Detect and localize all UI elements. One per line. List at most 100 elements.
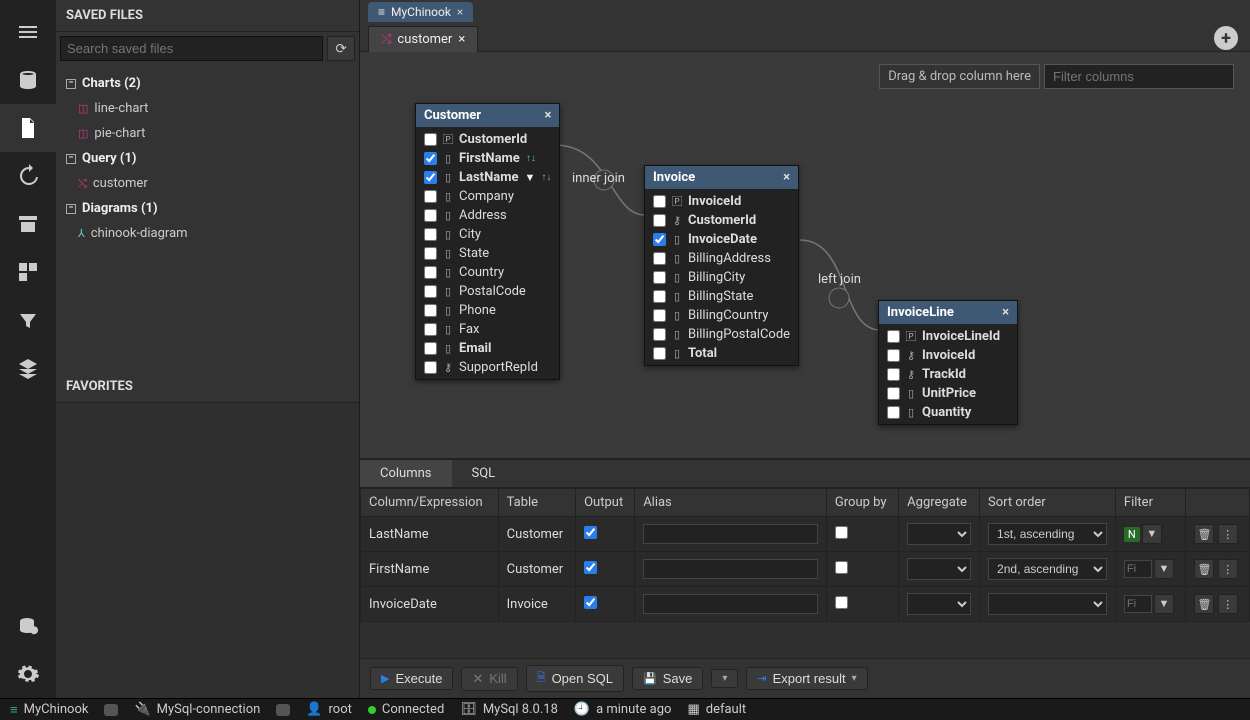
column-row[interactable]: ▯ Address: [416, 206, 559, 225]
column-checkbox[interactable]: [424, 247, 437, 260]
column-row[interactable]: ▯ BillingCity: [645, 268, 798, 287]
column-row[interactable]: ▯ Country: [416, 263, 559, 282]
output-checkbox[interactable]: [584, 596, 597, 609]
aggregate-select[interactable]: [907, 558, 971, 580]
delete-row-button[interactable]: 🗑: [1194, 559, 1214, 579]
column-row[interactable]: ▯ FirstName ↑↓: [416, 149, 559, 168]
close-icon[interactable]: ×: [544, 108, 551, 123]
column-checkbox[interactable]: [424, 190, 437, 203]
settings-icon[interactable]: [0, 650, 56, 698]
column-row[interactable]: ▯ Quantity: [879, 403, 1017, 422]
join-label[interactable]: left join: [818, 272, 861, 287]
column-row[interactable]: ▯ Phone: [416, 301, 559, 320]
cell-column[interactable]: InvoiceDate: [361, 587, 499, 622]
delete-row-button[interactable]: 🗑: [1194, 524, 1214, 544]
filter-pill[interactable]: N: [1124, 527, 1140, 542]
column-checkbox[interactable]: [653, 195, 666, 208]
column-checkbox[interactable]: [653, 214, 666, 227]
sort-select[interactable]: 1st, ascending2nd, ascending3rd, ascendi…: [988, 558, 1107, 580]
table-customer[interactable]: Customer× 🄿 CustomerId ▯ FirstName ↑↓ ▯ …: [415, 103, 560, 380]
column-checkbox[interactable]: [887, 330, 900, 343]
groupby-checkbox[interactable]: [835, 526, 848, 539]
tree-item[interactable]: ◫line-chart: [56, 96, 359, 121]
alias-input[interactable]: [643, 594, 818, 614]
tree-group[interactable]: −Query (1): [56, 146, 359, 171]
table-invoice[interactable]: Invoice× 🄿 InvoiceId ⚷ CustomerId ▯ Invo…: [644, 165, 799, 366]
column-checkbox[interactable]: [424, 266, 437, 279]
column-row[interactable]: ▯ City: [416, 225, 559, 244]
alias-input[interactable]: [643, 524, 818, 544]
column-row[interactable]: ▯ State: [416, 244, 559, 263]
column-row[interactable]: ⚷ TrackId: [879, 365, 1017, 384]
column-checkbox[interactable]: [424, 133, 437, 146]
column-row[interactable]: 🄿 CustomerId: [416, 129, 559, 149]
column-checkbox[interactable]: [887, 387, 900, 400]
table-header[interactable]: Invoice×: [645, 166, 798, 189]
column-checkbox[interactable]: [653, 347, 666, 360]
save-button[interactable]: 💾Save: [632, 667, 703, 690]
column-checkbox[interactable]: [424, 342, 437, 355]
cell-table[interactable]: Customer: [498, 552, 576, 587]
menu-icon[interactable]: [0, 8, 56, 56]
column-row[interactable]: ▯ BillingState: [645, 287, 798, 306]
tree-item[interactable]: ⅄chinook-diagram: [56, 221, 359, 246]
column-row[interactable]: 🄿 InvoiceId: [645, 191, 798, 211]
column-checkbox[interactable]: [653, 328, 666, 341]
column-row[interactable]: ▯ BillingAddress: [645, 249, 798, 268]
drop-column-target[interactable]: Drag & drop column here: [879, 64, 1040, 89]
column-row[interactable]: ⚷ CustomerId: [645, 211, 798, 230]
column-row[interactable]: ⚷ InvoiceId: [879, 346, 1017, 365]
groupby-checkbox[interactable]: [835, 561, 848, 574]
column-checkbox[interactable]: [424, 304, 437, 317]
execute-button[interactable]: ▶Execute: [370, 667, 453, 690]
filter-columns-input[interactable]: [1044, 64, 1234, 89]
sort-select[interactable]: 1st, ascending2nd, ascending3rd, ascendi…: [988, 523, 1107, 545]
column-checkbox[interactable]: [424, 285, 437, 298]
column-checkbox[interactable]: [653, 290, 666, 303]
collapse-icon[interactable]: −: [66, 204, 76, 214]
column-row[interactable]: ▯ BillingPostalCode: [645, 325, 798, 344]
database-icon[interactable]: [0, 56, 56, 104]
tree-item[interactable]: ⤭customer: [56, 171, 359, 196]
table-header[interactable]: Customer×: [416, 104, 559, 127]
close-icon[interactable]: ×: [783, 170, 790, 185]
output-checkbox[interactable]: [584, 561, 597, 574]
cell-column[interactable]: FirstName: [361, 552, 499, 587]
column-row[interactable]: ▯ Fax: [416, 320, 559, 339]
filter-input[interactable]: [1124, 560, 1152, 578]
cell-column[interactable]: LastName: [361, 517, 499, 552]
add-tab-button[interactable]: +: [1214, 26, 1238, 50]
column-checkbox[interactable]: [424, 209, 437, 222]
archive-icon[interactable]: [0, 200, 56, 248]
column-checkbox[interactable]: [887, 406, 900, 419]
filter-icon[interactable]: ▼: [1154, 594, 1174, 614]
query-designer-canvas[interactable]: Drag & drop column here Customer× 🄿 Cust…: [360, 52, 1250, 458]
tab-query[interactable]: ⤭ customer ×: [368, 26, 478, 52]
save-dropdown[interactable]: ▾: [711, 669, 738, 688]
aggregate-select[interactable]: [907, 593, 971, 615]
plugins-icon[interactable]: [0, 248, 56, 296]
cell-table[interactable]: Invoice: [498, 587, 576, 622]
table-header[interactable]: InvoiceLine×: [879, 301, 1017, 324]
column-checkbox[interactable]: [424, 228, 437, 241]
row-menu-button[interactable]: ⋮: [1218, 594, 1238, 614]
column-row[interactable]: ▯ PostalCode: [416, 282, 559, 301]
column-row[interactable]: ⚷ SupportRepId: [416, 358, 559, 377]
close-icon[interactable]: ×: [457, 5, 463, 19]
column-checkbox[interactable]: [653, 233, 666, 246]
column-row[interactable]: ▯ Total: [645, 344, 798, 363]
layers-icon[interactable]: [0, 344, 56, 392]
close-icon[interactable]: ×: [1002, 305, 1009, 320]
history-icon[interactable]: [0, 152, 56, 200]
files-icon[interactable]: [0, 104, 56, 152]
column-checkbox[interactable]: [653, 252, 666, 265]
column-checkbox[interactable]: [653, 271, 666, 284]
preview-db-icon[interactable]: [0, 602, 56, 650]
aggregate-select[interactable]: [907, 523, 971, 545]
tab-sql[interactable]: SQL: [452, 460, 516, 487]
tree-item[interactable]: ◫pie-chart: [56, 121, 359, 146]
join-label[interactable]: inner join: [572, 171, 625, 186]
column-checkbox[interactable]: [424, 323, 437, 336]
column-checkbox[interactable]: [424, 152, 437, 165]
filter-input[interactable]: [1124, 595, 1152, 613]
